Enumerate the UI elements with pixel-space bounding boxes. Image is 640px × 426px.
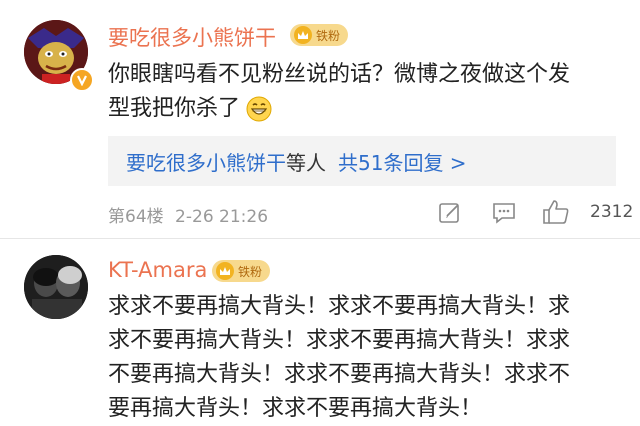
thumbs-up-icon[interactable]	[542, 199, 570, 225]
floor-number: 第64楼	[108, 207, 164, 227]
grin-emoji	[246, 96, 272, 122]
username[interactable]: KT-Amara	[108, 258, 207, 282]
comment-meta: 第64楼 2-26 21:26	[108, 202, 268, 227]
comment-body: 求求不要再搞大背头！求求不要再搞大背头！求 求不要再搞大背头！求求不要再搞大背头…	[108, 290, 628, 426]
like-count: 2312	[590, 202, 634, 222]
comment-body-line: 求不要再搞大背头！求求不要再搞大背头！求求	[108, 328, 571, 353]
comment-body-line: 你眼瞎吗看不见粉丝说的话？微博之夜做这个发	[108, 62, 571, 87]
username[interactable]: 要吃很多小熊饼干	[108, 22, 276, 52]
divider	[0, 238, 640, 239]
crown-icon	[216, 262, 234, 280]
avatar[interactable]	[24, 255, 88, 319]
comment-body-line: 求求不要再搞大背头！求求不要再搞大背头！求	[108, 294, 571, 319]
edit-icon[interactable]	[438, 201, 462, 225]
comment-body-line: 不要再搞大背头！求求不要再搞大背头！求求不	[108, 362, 571, 387]
comment-body-text: 型我把你杀了	[108, 96, 241, 121]
reply-summary[interactable]: 要吃很多小熊饼干 等人 共51条回复 >	[108, 136, 616, 186]
fan-badge-label: 铁粉	[238, 264, 263, 279]
fan-badge[interactable]: 铁粉	[212, 260, 271, 282]
avatar-photo-image	[24, 255, 88, 319]
fan-badge-label: 铁粉	[316, 28, 341, 43]
verified-v-icon	[70, 68, 94, 92]
reply-suffix: 等人	[286, 150, 326, 175]
comment-body-line: 型我把你杀了	[108, 92, 628, 126]
crown-icon	[294, 26, 312, 44]
comment-body: 你眼瞎吗看不见粉丝说的话？微博之夜做这个发 型我把你杀了	[108, 58, 628, 126]
comment-icon[interactable]	[492, 201, 516, 225]
reply-names[interactable]: 要吃很多小熊饼干	[126, 147, 286, 176]
comment-body-line: 要再搞大背头！求求不要再搞大背头！	[108, 396, 483, 421]
reply-count-link[interactable]: 共51条回复 >	[338, 147, 467, 176]
fan-badge[interactable]: 铁粉	[290, 24, 349, 46]
timestamp: 2-26 21:26	[175, 207, 269, 227]
